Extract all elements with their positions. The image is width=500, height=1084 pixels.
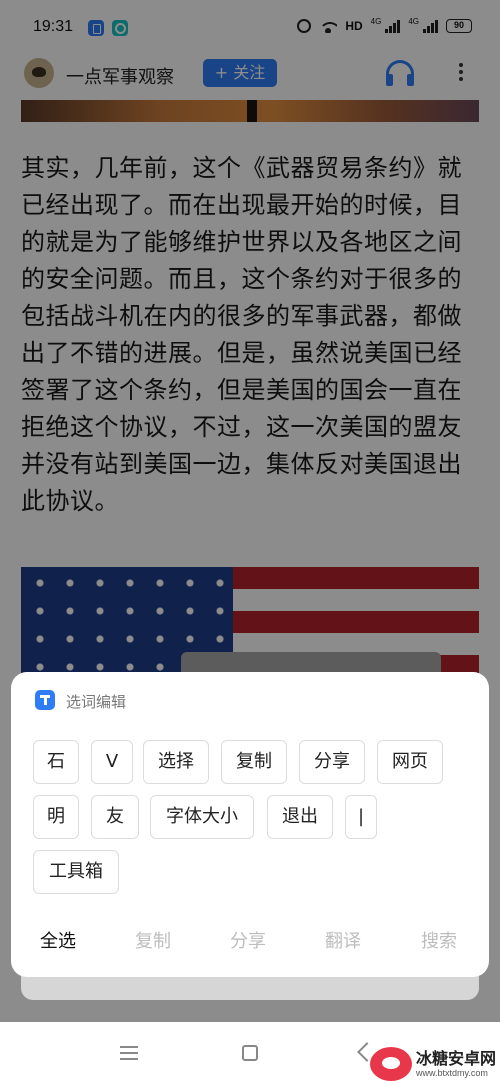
word-edit-sheet: 选词编辑 石 V 选择 复制 分享 网页 明 友 字体大小 退出 | 工具箱 全…	[11, 672, 489, 977]
watermark-text: 冰糖安卓网	[416, 1048, 497, 1068]
watermark: 冰糖安卓网 www.btxtdmy.com	[370, 1044, 496, 1084]
word-chip[interactable]: V	[91, 740, 133, 784]
translate-button[interactable]: 翻译	[325, 927, 361, 953]
text-edit-icon	[35, 690, 55, 710]
word-chip[interactable]: 退出	[267, 795, 333, 839]
copy-button[interactable]: 复制	[135, 927, 171, 953]
word-chip[interactable]: 字体大小	[150, 795, 254, 839]
word-chip[interactable]: |	[345, 795, 377, 839]
word-chip[interactable]: 工具箱	[33, 850, 119, 894]
search-button[interactable]: 搜索	[421, 927, 457, 953]
menu-icon[interactable]	[120, 1046, 138, 1060]
word-chip[interactable]: 友	[91, 795, 139, 839]
word-chip[interactable]: 选择	[143, 740, 209, 784]
sheet-actions: 全选 复制 分享 翻译 搜索	[11, 927, 489, 957]
select-all-button[interactable]: 全选	[40, 927, 76, 953]
share-button[interactable]: 分享	[230, 927, 266, 953]
word-chip[interactable]: 复制	[221, 740, 287, 784]
word-chip[interactable]: 网页	[377, 740, 443, 784]
word-chip[interactable]: 明	[33, 795, 79, 839]
home-icon[interactable]	[242, 1045, 258, 1061]
word-chip[interactable]: 石	[33, 740, 79, 784]
word-chip[interactable]: 分享	[299, 740, 365, 784]
watermark-logo	[370, 1047, 412, 1081]
watermark-url: www.btxtdmy.com	[416, 1067, 488, 1078]
sheet-title: 选词编辑	[66, 693, 127, 711]
